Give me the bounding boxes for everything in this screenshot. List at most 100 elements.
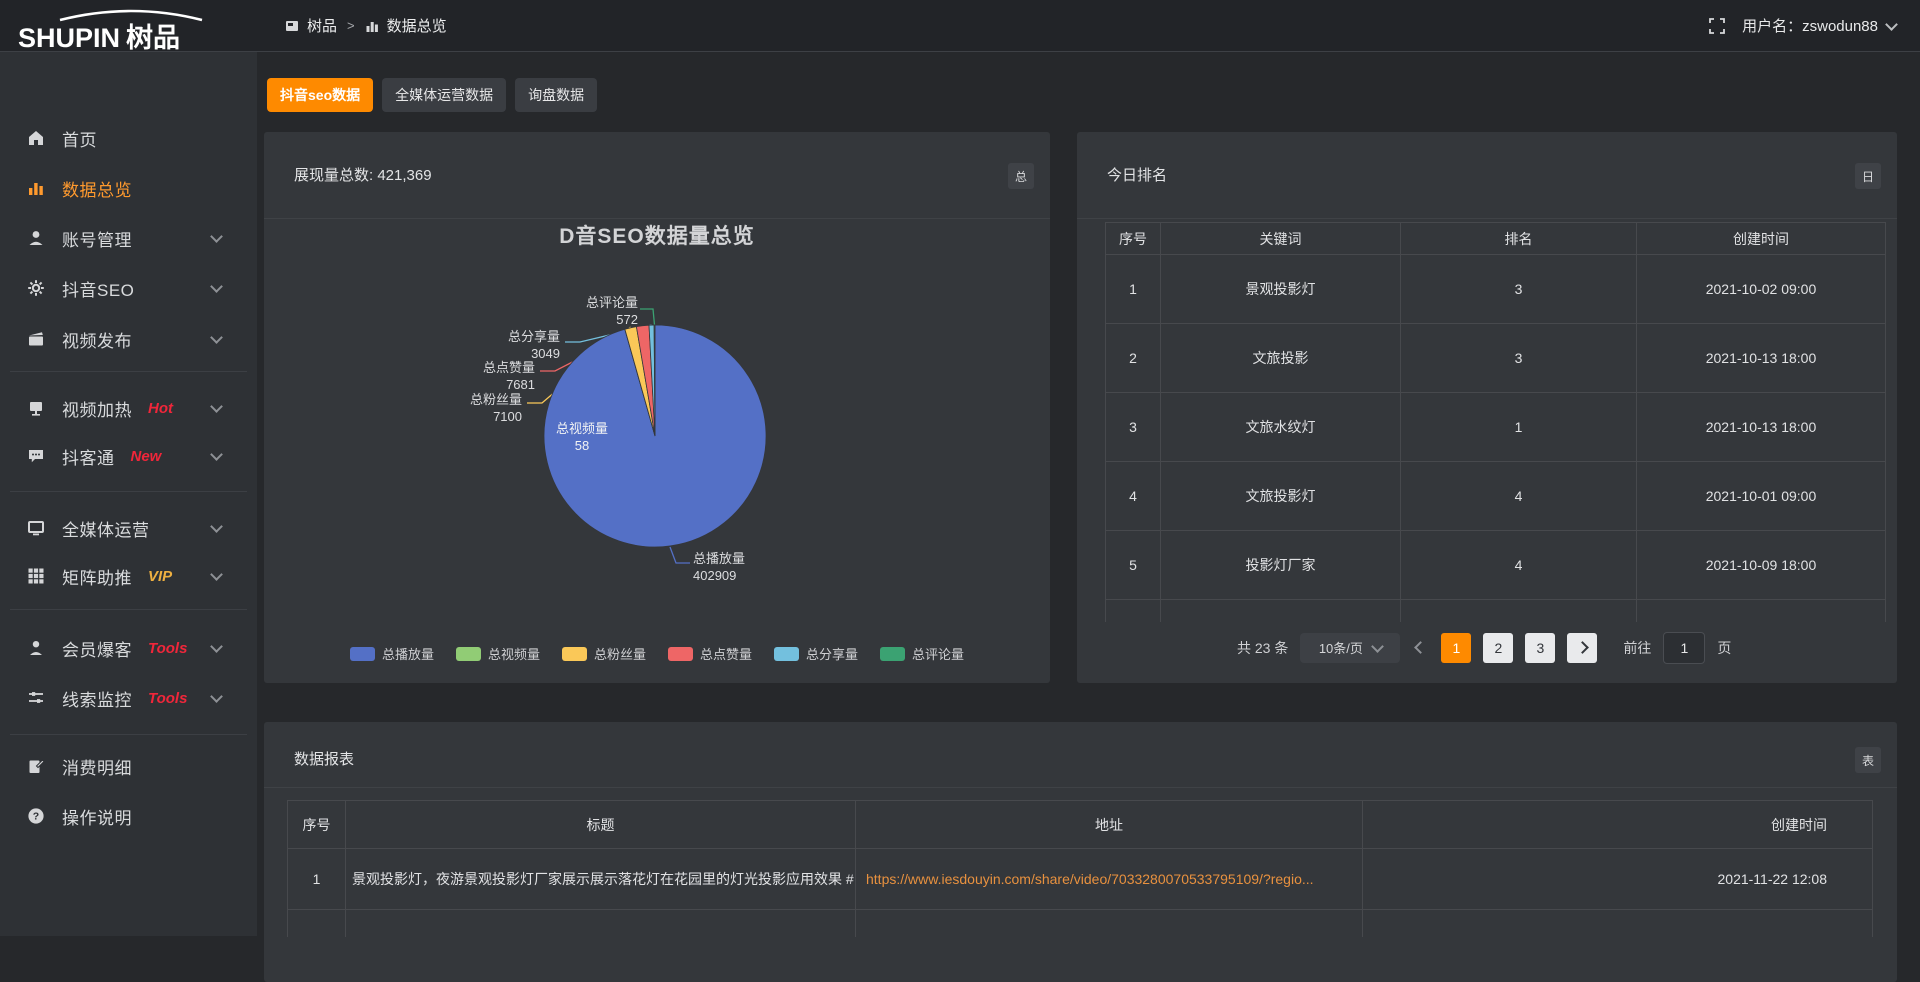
chat-icon — [26, 446, 46, 466]
table-row[interactable]: 1景观投影灯32021-10-02 09:00 — [1106, 255, 1886, 324]
chevron-down-icon — [210, 280, 223, 293]
page-button-3[interactable]: 3 — [1525, 633, 1555, 663]
legend-swatch — [562, 647, 587, 661]
sidebar-item-video-publish[interactable]: 视频发布 — [0, 319, 257, 359]
pagination: 共 23 条 10条/页 1 2 3 前往 页 — [1237, 632, 1731, 663]
legend-item-fans[interactable]: 总粉丝量 — [562, 644, 646, 663]
legend-item-likes[interactable]: 总点赞量 — [668, 644, 752, 663]
legend-item-videos[interactable]: 总视频量 — [456, 644, 540, 663]
sidebar-item-video-heat[interactable]: 视频加热 Hot — [0, 388, 257, 428]
grid-icon — [26, 566, 46, 586]
edit-icon — [26, 756, 46, 776]
table-row-clipped — [288, 910, 1873, 937]
table-corner-button[interactable]: 表 — [1855, 747, 1881, 773]
legend-swatch — [350, 647, 375, 661]
svg-text:?: ? — [33, 811, 39, 823]
sidebar-item-douyin-seo[interactable]: 抖音SEO — [0, 268, 257, 308]
prev-page-button[interactable] — [1412, 643, 1429, 652]
sidebar: 首页 数据总览 账号管理 抖音SEO 视频发布 视频加热 Hot 抖客通 New — [0, 51, 257, 936]
chevron-down-icon — [210, 640, 223, 653]
sidebar-item-doketong[interactable]: 抖客通 New — [0, 436, 257, 476]
person-icon — [26, 638, 46, 658]
page-size-select[interactable]: 10条/页 — [1300, 633, 1400, 663]
hot-badge: Hot — [148, 400, 173, 417]
sidebar-item-omnimedia[interactable]: 全媒体运营 — [0, 508, 257, 548]
leaderline-comments — [640, 309, 655, 325]
legend-swatch — [668, 647, 693, 661]
sidebar-divider — [10, 609, 247, 610]
sidebar-item-account[interactable]: 账号管理 — [0, 218, 257, 258]
sidebar-divider — [10, 491, 247, 492]
chevron-right-icon — [1576, 641, 1589, 654]
panel-divider — [1077, 218, 1897, 219]
table-row[interactable]: 2文旅投影32021-10-13 18:00 — [1106, 324, 1886, 393]
sidebar-divider — [10, 734, 247, 735]
chevron-down-icon — [210, 230, 223, 243]
tools-badge: Tools — [148, 640, 187, 657]
rank-table: 序号 关键词 排名 创建时间 1景观投影灯32021-10-02 09:00 2… — [1105, 222, 1886, 622]
chevron-down-icon — [1371, 640, 1384, 653]
sidebar-item-spend-detail[interactable]: 消费明细 — [0, 746, 257, 786]
sidebar-item-member-burst[interactable]: 会员爆客 Tools — [0, 628, 257, 668]
new-badge: New — [131, 448, 162, 465]
chevron-left-icon — [1414, 641, 1427, 654]
column-header: 地址 — [856, 801, 1363, 849]
video-title-cell: 景观投影灯，夜游景观投影灯厂家展示展示落花灯在花园里的灯光投影应用效果 # — [346, 849, 856, 910]
breadcrumb-current[interactable]: 数据总览 — [387, 15, 447, 36]
next-page-button[interactable] — [1567, 633, 1597, 663]
tab-douyin-seo-data[interactable]: 抖音seo数据 — [267, 78, 373, 112]
seo-chart-panel: 展现量总数: 421,369 总 D音SEO数据量总览 总评论量572 总分享量… — [264, 132, 1050, 683]
table-row[interactable]: 1 景观投影灯，夜游景观投影灯厂家展示展示落花灯在花园里的灯光投影应用效果 # … — [288, 849, 1873, 910]
pie-chart[interactable] — [264, 132, 1050, 683]
chevron-down-icon — [210, 448, 223, 461]
legend-item-comments[interactable]: 总评论量 — [880, 644, 964, 663]
table-row[interactable]: 5投影灯厂家42021-10-09 18:00 — [1106, 531, 1886, 600]
column-header: 序号 — [1106, 223, 1161, 255]
home-icon — [26, 128, 46, 148]
gear-icon — [26, 278, 46, 298]
video-url-link[interactable]: https://www.iesdouyin.com/share/video/70… — [856, 849, 1363, 910]
bar-chart-icon — [26, 178, 46, 198]
sidebar-divider — [10, 371, 247, 372]
day-corner-button[interactable]: 日 — [1855, 163, 1881, 189]
legend-swatch — [774, 647, 799, 661]
pie-label-comments: 总评论量572 — [558, 294, 638, 328]
chevron-down-icon — [1885, 18, 1898, 31]
table-row[interactable]: 3文旅水纹灯12021-10-13 18:00 — [1106, 393, 1886, 462]
sliders-icon — [26, 688, 46, 708]
sidebar-item-matrix-boost[interactable]: 矩阵助推 VIP — [0, 556, 257, 596]
page-button-1[interactable]: 1 — [1441, 633, 1471, 663]
data-tabs: 抖音seo数据 全媒体运营数据 询盘数据 — [267, 78, 597, 112]
user-menu[interactable]: 用户名：zswodun88 — [1742, 15, 1896, 36]
app-logo[interactable]: SHUPIN树品 — [18, 4, 248, 48]
breadcrumb-root[interactable]: 树品 — [307, 15, 337, 36]
fullscreen-icon[interactable] — [1708, 17, 1726, 35]
pie-label-videos: 总视频量58 — [542, 420, 622, 454]
page-button-2[interactable]: 2 — [1483, 633, 1513, 663]
table-row[interactable]: 4文旅投影灯42021-10-01 09:00 — [1106, 462, 1886, 531]
tools-badge: Tools — [148, 690, 187, 707]
sidebar-item-help[interactable]: ? 操作说明 — [0, 796, 257, 836]
breadcrumb: 树品 > 数据总览 — [285, 0, 447, 51]
logo-text-en: SHUPIN — [18, 23, 120, 53]
goto-suffix-label: 页 — [1717, 638, 1731, 658]
goto-label: 前往 — [1623, 638, 1651, 658]
bar-chart-icon — [365, 19, 379, 33]
tab-omnimedia-data[interactable]: 全媒体运营数据 — [382, 78, 506, 112]
pie-label-likes: 总点赞量7681 — [455, 359, 535, 393]
column-header: 创建时间 — [1363, 801, 1873, 849]
total-count-label: 共 23 条 — [1237, 638, 1288, 658]
sidebar-item-data-overview[interactable]: 数据总览 — [0, 168, 257, 208]
pie-label-shares: 总分享量3049 — [480, 328, 560, 362]
tab-inquiry-data[interactable]: 询盘数据 — [515, 78, 597, 112]
question-icon: ? — [26, 806, 46, 826]
legend-item-plays[interactable]: 总播放量 — [350, 644, 434, 663]
chevron-down-icon — [210, 690, 223, 703]
sidebar-item-lead-monitor[interactable]: 线索监控 Tools — [0, 678, 257, 718]
legend-item-shares[interactable]: 总分享量 — [774, 644, 858, 663]
table-row-clipped — [1106, 600, 1886, 622]
column-header: 关键词 — [1161, 223, 1401, 255]
report-table: 序号 标题 地址 创建时间 1 景观投影灯，夜游景观投影灯厂家展示展示落花灯在花… — [287, 800, 1873, 937]
goto-page-input[interactable] — [1663, 632, 1705, 664]
sidebar-item-home[interactable]: 首页 — [0, 118, 257, 158]
